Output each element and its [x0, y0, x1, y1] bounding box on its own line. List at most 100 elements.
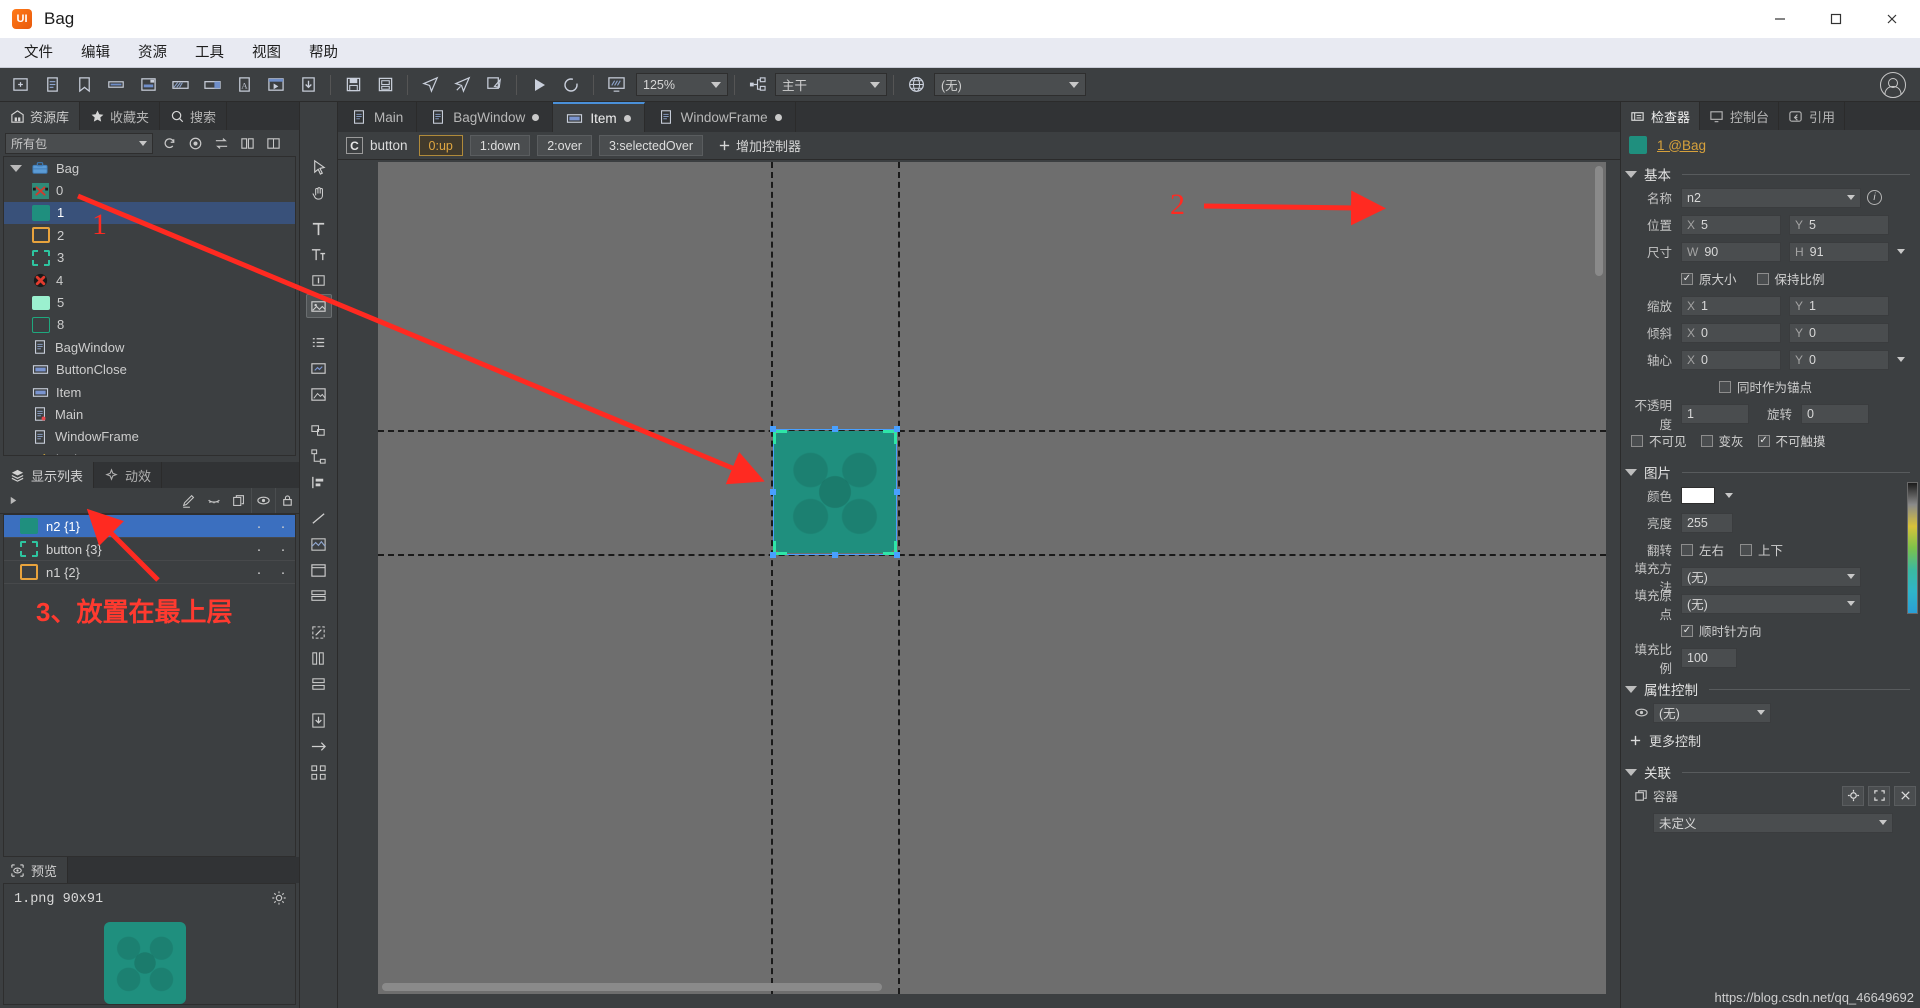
export-icon[interactable] — [306, 734, 332, 758]
handle-ml[interactable] — [770, 489, 776, 495]
pivot-x-input[interactable]: X0 — [1681, 349, 1781, 370]
skew-y-input[interactable]: Y0 — [1789, 322, 1889, 343]
user-avatar[interactable] — [1880, 71, 1906, 98]
image-icon[interactable] — [305, 294, 332, 318]
pointer-icon[interactable] — [306, 154, 332, 178]
eye-icon[interactable] — [251, 488, 275, 513]
new-font-icon[interactable]: A — [229, 71, 259, 99]
tab-inspector[interactable]: 检查器 — [1621, 102, 1701, 130]
tab-displaylist[interactable]: 显示列表 — [0, 462, 95, 488]
resource-tree[interactable]: Bag 0 1 2 3 4 5 8 BagWindow ButtonClose … — [3, 156, 296, 456]
grid-view-icon[interactable] — [263, 133, 283, 153]
position-x-input[interactable]: X 5 — [1681, 214, 1781, 235]
publish-settings-icon[interactable] — [479, 71, 509, 99]
import-icon[interactable] — [293, 71, 323, 99]
color-swatch[interactable] — [1681, 487, 1715, 504]
flip-horizontal-checkbox[interactable]: 左右 — [1681, 540, 1724, 559]
tree-item-3[interactable]: 3 — [4, 247, 295, 269]
graph-icon[interactable] — [306, 532, 332, 556]
pencil-icon[interactable] — [176, 489, 201, 513]
visibility-toggle[interactable]: · — [247, 564, 271, 581]
color-chevron-icon[interactable] — [1725, 493, 1733, 498]
rotation-input[interactable]: 0 — [1801, 403, 1870, 424]
section-basic[interactable]: 基本 — [1625, 163, 1916, 185]
tab-console[interactable]: 控制台 — [1700, 102, 1780, 130]
fullscreen-icon[interactable] — [1868, 785, 1890, 806]
close-icon[interactable] — [1894, 785, 1916, 806]
sort-icon[interactable] — [211, 133, 231, 153]
menu-help[interactable]: 帮助 — [295, 38, 352, 68]
displaylist-row[interactable]: n1 {2} · · — [4, 561, 295, 584]
lock-icon[interactable] — [275, 488, 299, 513]
loader-icon[interactable] — [306, 356, 332, 380]
tree-item-4[interactable]: 4 — [4, 269, 295, 291]
zoom-selector[interactable]: 125% — [636, 73, 728, 96]
canvas-vscrollbar[interactable] — [1595, 166, 1603, 276]
position-y-input[interactable]: Y 5 — [1789, 214, 1889, 235]
controller-state-1[interactable]: 1:down — [469, 135, 531, 156]
section-relation[interactable]: 关联 — [1625, 761, 1916, 783]
maximize-button[interactable] — [1808, 0, 1864, 38]
skew-x-input[interactable]: X0 — [1681, 322, 1781, 343]
untouchable-checkbox[interactable]: ✓ 不可触摸 — [1757, 431, 1826, 450]
scale-icon[interactable] — [306, 620, 332, 644]
relation-select[interactable]: 未定义 — [1653, 812, 1893, 833]
tile-icon[interactable] — [306, 760, 332, 784]
gray-checkbox[interactable]: 变灰 — [1700, 431, 1744, 450]
section-image[interactable]: 图片 — [1625, 461, 1916, 483]
section-property-control[interactable]: 属性控制 — [1625, 678, 1916, 700]
tree-item-2[interactable]: 2 — [4, 224, 295, 246]
visibility-toggle[interactable]: · — [247, 518, 271, 535]
tree-item-BagWindow[interactable]: BagWindow — [4, 336, 295, 358]
tree-item-5[interactable]: 5 — [4, 291, 295, 313]
new-progressbar-icon[interactable] — [165, 71, 195, 99]
globe-icon[interactable] — [901, 71, 931, 99]
tree-item-0[interactable]: 0 — [4, 179, 295, 201]
new-label-icon[interactable] — [101, 71, 131, 99]
brightness-input[interactable]: 255 — [1681, 512, 1733, 533]
tab-favorites[interactable]: 收藏夹 — [80, 102, 161, 130]
handle-tl[interactable] — [770, 426, 776, 432]
menu-file[interactable]: 文件 — [10, 38, 67, 68]
controller-state-2[interactable]: 2:over — [537, 135, 592, 156]
expand-icon[interactable] — [0, 495, 26, 506]
target-icon[interactable] — [185, 133, 205, 153]
duplicate-icon[interactable] — [226, 489, 251, 513]
split-view-icon[interactable] — [237, 133, 257, 153]
doc-tab-WindowFrame[interactable]: WindowFrame — [645, 102, 796, 132]
controller-state-0[interactable]: 0:up — [418, 135, 463, 156]
doc-tab-BagWindow[interactable]: BagWindow — [417, 102, 554, 132]
refresh-icon[interactable] — [556, 71, 586, 99]
size-expand-chevron-icon[interactable] — [1897, 249, 1905, 254]
tree-item-Main[interactable]: Main — [4, 403, 295, 425]
fill-origin-select[interactable]: (无) — [1681, 593, 1861, 614]
object-link[interactable]: 1 @Bag — [1657, 138, 1706, 153]
handle-br[interactable] — [894, 552, 900, 558]
design-stage[interactable] — [378, 162, 1606, 994]
handle-bl[interactable] — [770, 552, 776, 558]
locale-selector[interactable]: (无) — [934, 73, 1086, 96]
doc-tab-Main[interactable]: Main — [338, 102, 418, 132]
row-icon[interactable] — [306, 672, 332, 696]
refresh-icon[interactable] — [159, 133, 179, 153]
align-icon[interactable] — [306, 470, 332, 494]
scale-y-input[interactable]: Y1 — [1789, 295, 1889, 316]
tree-item-1[interactable]: 1 — [4, 201, 295, 225]
relation-icon[interactable] — [306, 444, 332, 468]
branch-icon[interactable] — [742, 71, 772, 99]
name-input[interactable]: n2 — [1681, 187, 1861, 208]
import-down-icon[interactable] — [306, 708, 332, 732]
color-spectrum-bar[interactable] — [1907, 482, 1918, 614]
menu-view[interactable]: 视图 — [238, 38, 295, 68]
component-icon[interactable] — [306, 382, 332, 406]
save-all-icon[interactable] — [370, 71, 400, 99]
new-movieclip-icon[interactable] — [261, 71, 291, 99]
fill-amount-input[interactable]: 100 — [1681, 647, 1737, 668]
tree-item-8[interactable]: 8 — [4, 314, 295, 336]
package-filter-select[interactable]: 所有包 — [5, 132, 153, 154]
add-controller-button[interactable]: 增加控制器 — [718, 136, 801, 155]
run-icon[interactable] — [524, 71, 554, 99]
opacity-input[interactable]: 1 — [1681, 403, 1749, 424]
branch-selector[interactable]: 主干 — [775, 73, 887, 96]
minimize-button[interactable] — [1752, 0, 1808, 38]
